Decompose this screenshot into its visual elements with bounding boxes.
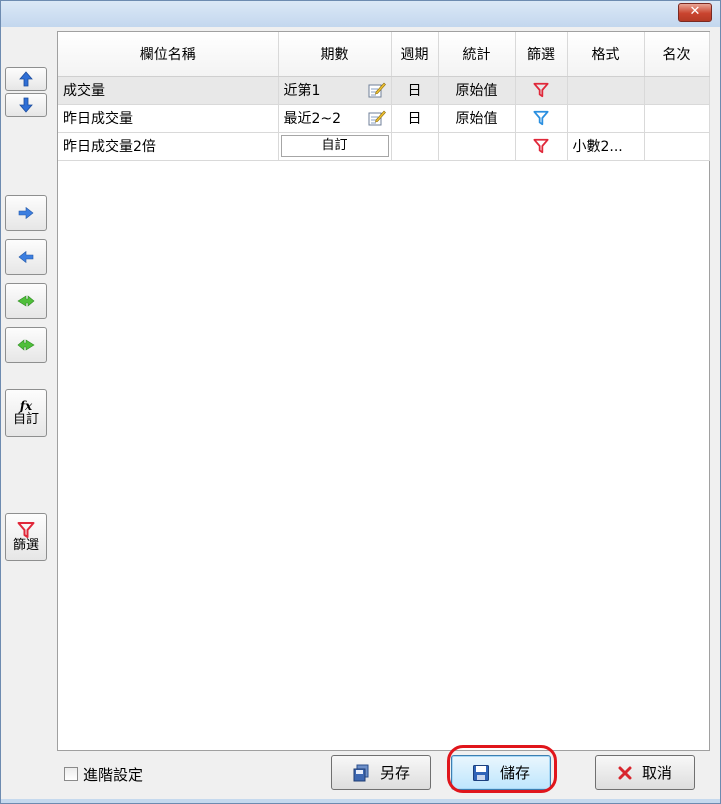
filter-cell[interactable] — [515, 132, 568, 161]
field-name-cell[interactable]: 成交量 — [58, 76, 279, 105]
table-row[interactable]: 成交量 近第1 日 原始值 — [58, 76, 710, 105]
move-up-icon — [19, 71, 33, 87]
column-header-filter[interactable]: 篩選 — [515, 32, 568, 77]
period-cell[interactable]: 自訂 — [278, 132, 392, 161]
formula-icon: fx — [19, 398, 33, 413]
move-right-button[interactable] — [5, 195, 47, 231]
filter-icon — [17, 522, 35, 538]
save-as-icon — [353, 764, 369, 781]
column-header-period[interactable]: 期數 — [278, 32, 392, 77]
period-value: 最近2~2 — [283, 111, 342, 127]
move-left-button[interactable] — [5, 239, 47, 275]
custom-field-button[interactable]: fx 自訂 — [5, 389, 47, 437]
format-cell[interactable]: 小數2... — [567, 132, 645, 161]
save-as-button[interactable]: 另存 — [331, 755, 431, 790]
field-grid: 欄位名稱 期數 週期 統計 篩選 格式 名次 成交量 近第1 日 原始值 昨日成… — [57, 31, 710, 751]
edit-period-icon[interactable] — [368, 82, 386, 98]
move-down-icon — [19, 97, 33, 113]
field-name-cell[interactable]: 昨日成交量2倍 — [58, 132, 279, 161]
cancel-label: 取消 — [641, 764, 672, 782]
save-as-label: 另存 — [379, 764, 410, 782]
stat-cell[interactable]: 原始值 — [438, 76, 516, 105]
dialog-window: ✕ fx 自訂 篩選 欄位名稱 期數 週期 統計 篩選 格式 名次 成交量 近第… — [0, 0, 721, 804]
column-header-name[interactable]: 欄位名稱 — [58, 32, 279, 77]
cycle-cell[interactable] — [391, 132, 439, 161]
period-cell[interactable]: 最近2~2 — [278, 104, 392, 133]
filter-cell[interactable] — [515, 104, 568, 133]
column-header-cycle[interactable]: 週期 — [391, 32, 439, 77]
stat-cell[interactable] — [438, 132, 516, 161]
move-all-left-icon — [17, 295, 35, 307]
period-value: 近第1 — [283, 83, 321, 99]
cycle-cell[interactable]: 日 — [391, 104, 439, 133]
advanced-settings-checkbox[interactable] — [64, 767, 78, 781]
cycle-cell[interactable]: 日 — [391, 76, 439, 105]
save-button-highlight — [447, 745, 557, 793]
rank-cell[interactable] — [644, 76, 710, 105]
close-button[interactable]: ✕ — [678, 3, 712, 22]
stat-cell[interactable]: 原始值 — [438, 104, 516, 133]
cancel-button[interactable]: 取消 — [595, 755, 695, 790]
table-row[interactable]: 昨日成交量2倍 自訂 小數2... — [58, 132, 710, 161]
move-all-right-button[interactable] — [5, 327, 47, 363]
period-cell[interactable]: 近第1 — [278, 76, 392, 105]
grid-header-row: 欄位名稱 期數 週期 統計 篩選 格式 名次 — [58, 32, 710, 77]
filter-label: 篩選 — [12, 538, 39, 553]
move-left-icon — [18, 251, 34, 263]
table-row[interactable]: 昨日成交量 最近2~2 日 原始值 — [58, 104, 710, 133]
column-header-stat[interactable]: 統計 — [438, 32, 516, 77]
filter-button[interactable]: 篩選 — [5, 513, 47, 561]
field-name-cell[interactable]: 昨日成交量 — [58, 104, 279, 133]
move-up-button[interactable] — [5, 67, 47, 91]
format-cell[interactable] — [567, 104, 645, 133]
rank-cell[interactable] — [644, 104, 710, 133]
move-down-button[interactable] — [5, 93, 47, 117]
custom-period-button[interactable]: 自訂 — [280, 135, 389, 157]
edit-period-icon[interactable] — [368, 110, 386, 126]
filter-icon — [533, 138, 549, 154]
dialog-client-area: fx 自訂 篩選 欄位名稱 期數 週期 統計 篩選 格式 名次 成交量 近第1 … — [1, 27, 720, 799]
filter-cell[interactable] — [515, 76, 568, 105]
rank-cell[interactable] — [644, 132, 710, 161]
column-header-rank[interactable]: 名次 — [644, 32, 710, 77]
advanced-settings-label[interactable]: 進階設定 — [83, 764, 143, 785]
move-right-icon — [18, 207, 34, 219]
cancel-icon — [618, 766, 632, 779]
filter-icon — [533, 110, 549, 126]
title-bar: ✕ — [1, 1, 720, 27]
move-all-left-button[interactable] — [5, 283, 47, 319]
column-header-format[interactable]: 格式 — [567, 32, 645, 77]
filter-icon — [533, 82, 549, 98]
move-all-right-icon — [17, 339, 35, 351]
format-cell[interactable] — [567, 76, 645, 105]
custom-field-label: 自訂 — [12, 411, 39, 427]
